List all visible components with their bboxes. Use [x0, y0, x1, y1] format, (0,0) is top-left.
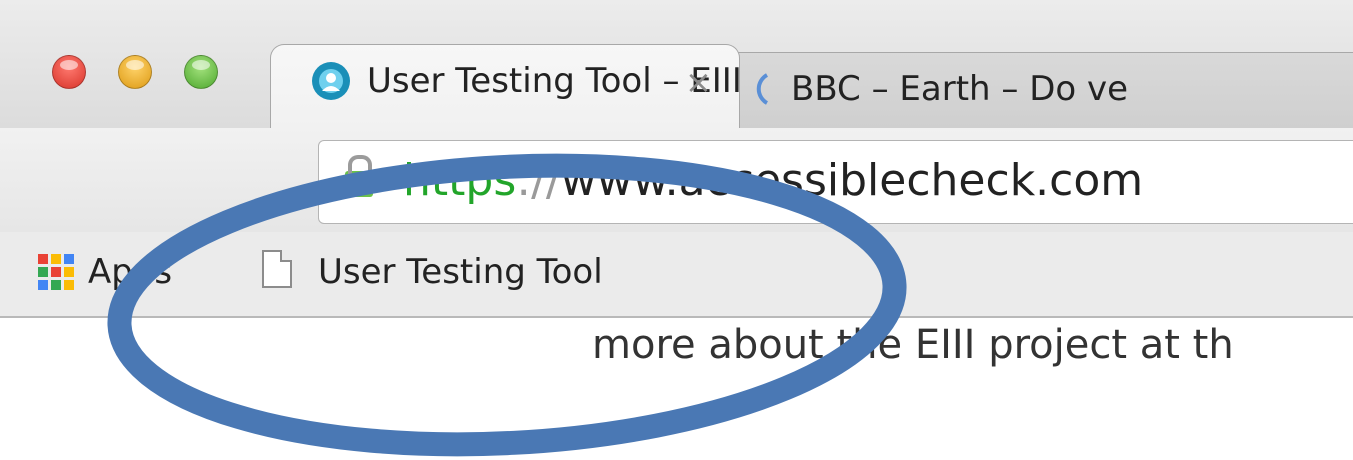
close-icon[interactable]: ×	[685, 63, 712, 101]
close-window-button[interactable]	[52, 55, 86, 89]
address-bar[interactable]: https://www.accessiblecheck.com	[318, 140, 1353, 224]
apps-grid-icon[interactable]	[38, 254, 74, 290]
url-host: www.accessiblecheck.com	[560, 155, 1144, 206]
tab-bbc-earth[interactable]: BBC – Earth – Do ve	[720, 52, 1353, 128]
url-scheme: https	[403, 155, 517, 206]
bookmark-user-testing-tool[interactable]: User Testing Tool	[318, 252, 603, 292]
window-titlebar: BBC – Earth – Do ve User Testing Tool – …	[0, 0, 1353, 128]
page-icon	[262, 250, 292, 288]
tab-user-testing-tool[interactable]: User Testing Tool – EIII ×	[270, 44, 742, 128]
lock-icon	[345, 155, 373, 197]
page-text: more about the EIII project at th	[592, 322, 1234, 368]
url-separator: ://	[516, 155, 561, 206]
minimize-window-button[interactable]	[118, 55, 152, 89]
favicon-icon	[312, 62, 350, 100]
bookmark-apps[interactable]: Apps	[88, 252, 172, 292]
tab-title: BBC – Earth – Do ve	[791, 69, 1129, 109]
url-text: https://www.accessiblecheck.com	[403, 155, 1143, 206]
bookmarks-bar	[0, 232, 1353, 318]
loading-spinner-icon	[756, 73, 769, 105]
zoom-window-button[interactable]	[184, 55, 218, 89]
browser-toolbar: ← → C https://www.accessiblecheck.com	[0, 128, 1353, 338]
